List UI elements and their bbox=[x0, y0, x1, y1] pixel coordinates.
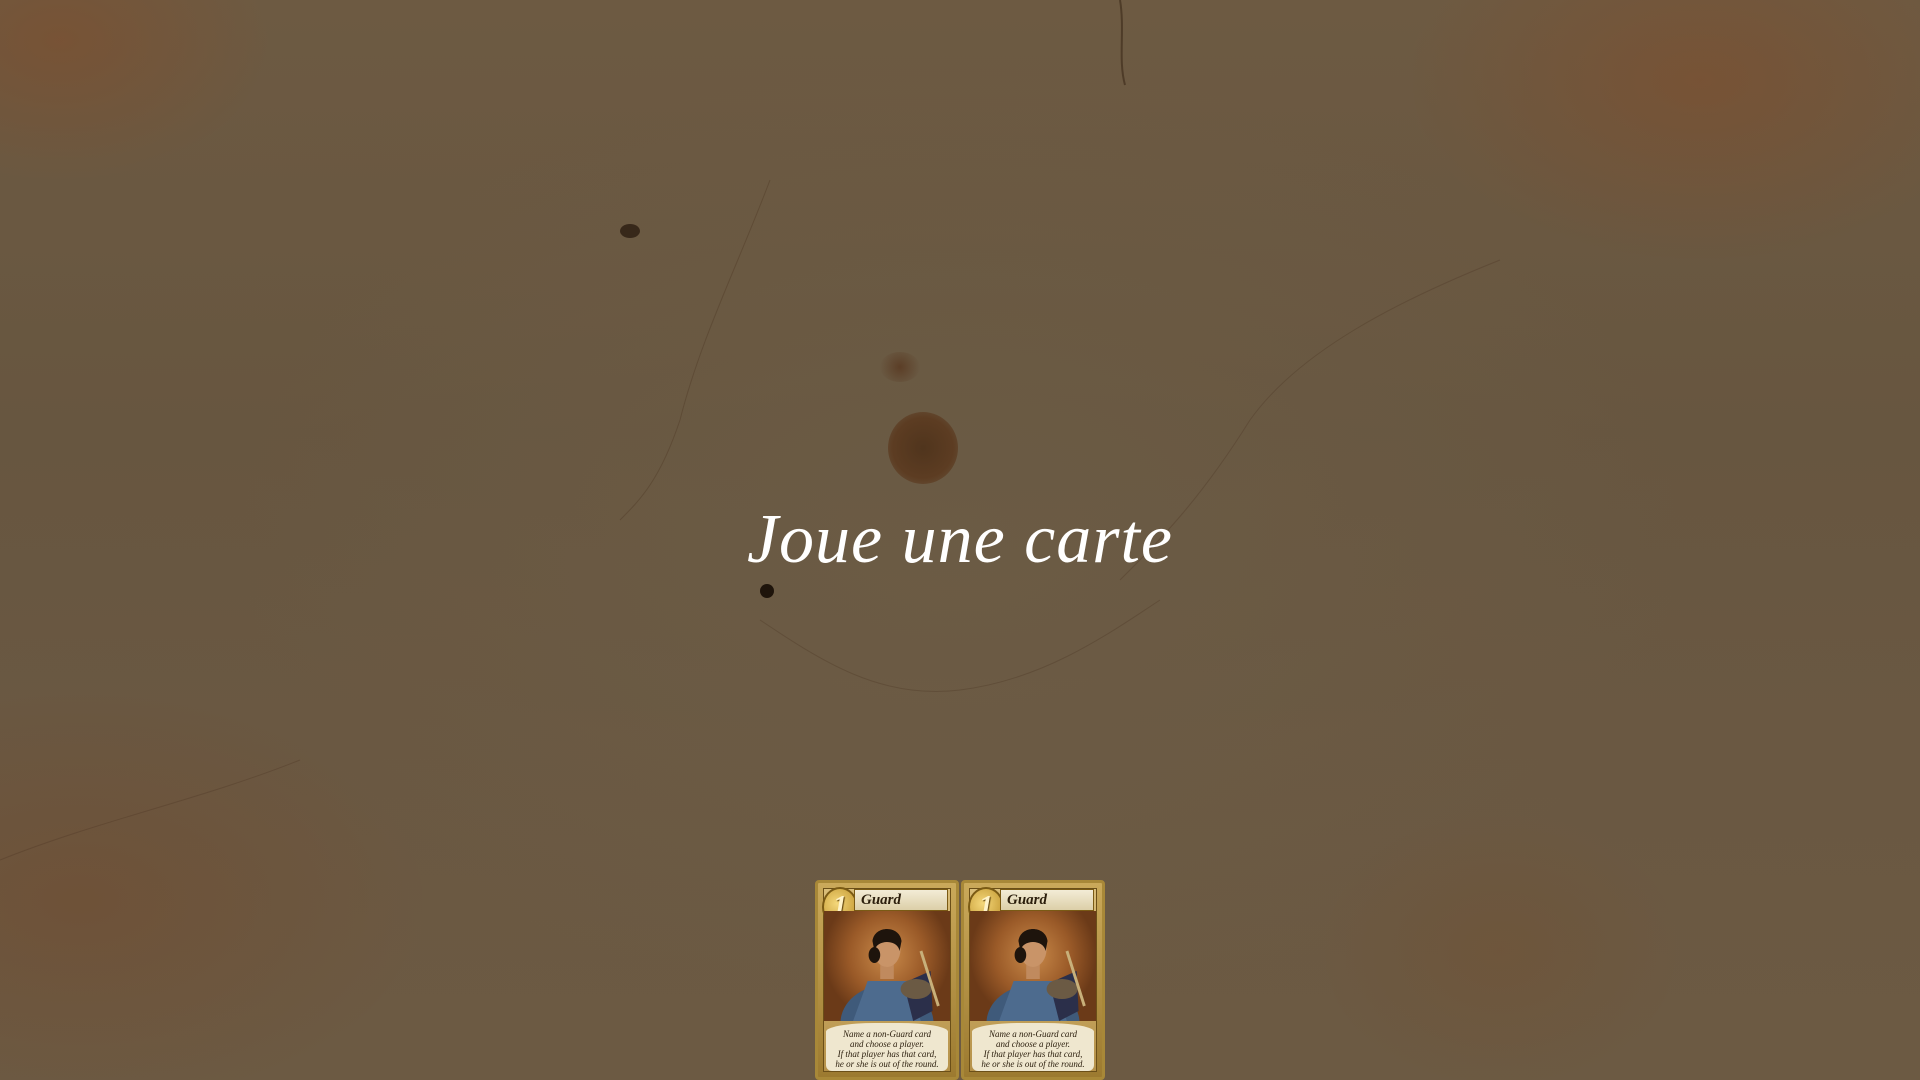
hand-card-guard[interactable]: 1 Guard Name a non-Guard card and choose… bbox=[961, 880, 1105, 1080]
card-text-line: he or she is out of the round. bbox=[981, 1059, 1085, 1069]
card-text-line: If that player has that card, bbox=[837, 1049, 937, 1059]
card-text-line: Name a non-Guard card bbox=[988, 1029, 1078, 1039]
card-text-line: Name a non-Guard card bbox=[842, 1029, 932, 1039]
table-stain bbox=[760, 584, 774, 598]
card-name: Guard bbox=[854, 889, 948, 911]
card-name: Guard bbox=[1000, 889, 1094, 911]
play-card-prompt: Joue une carte bbox=[746, 501, 1174, 578]
card-ability-text: Name a non-Guard card and choose a playe… bbox=[826, 1023, 948, 1071]
table-stain bbox=[620, 224, 640, 238]
table-stain bbox=[880, 352, 920, 382]
card-text-line: he or she is out of the round. bbox=[835, 1059, 939, 1069]
table-stain bbox=[888, 412, 958, 484]
card-text-line: and choose a player. bbox=[996, 1039, 1070, 1049]
guard-portrait-icon bbox=[824, 911, 950, 1021]
player-hand: 1 Guard Name a non-Guard card and choose… bbox=[815, 880, 1105, 1080]
card-text-line: If that player has that card, bbox=[983, 1049, 1083, 1059]
guard-portrait-icon bbox=[970, 911, 1096, 1021]
hand-card-guard[interactable]: 1 Guard Name a non-Guard card and choose… bbox=[815, 880, 959, 1080]
card-ability-text: Name a non-Guard card and choose a playe… bbox=[972, 1023, 1094, 1071]
card-text-line: and choose a player. bbox=[850, 1039, 924, 1049]
